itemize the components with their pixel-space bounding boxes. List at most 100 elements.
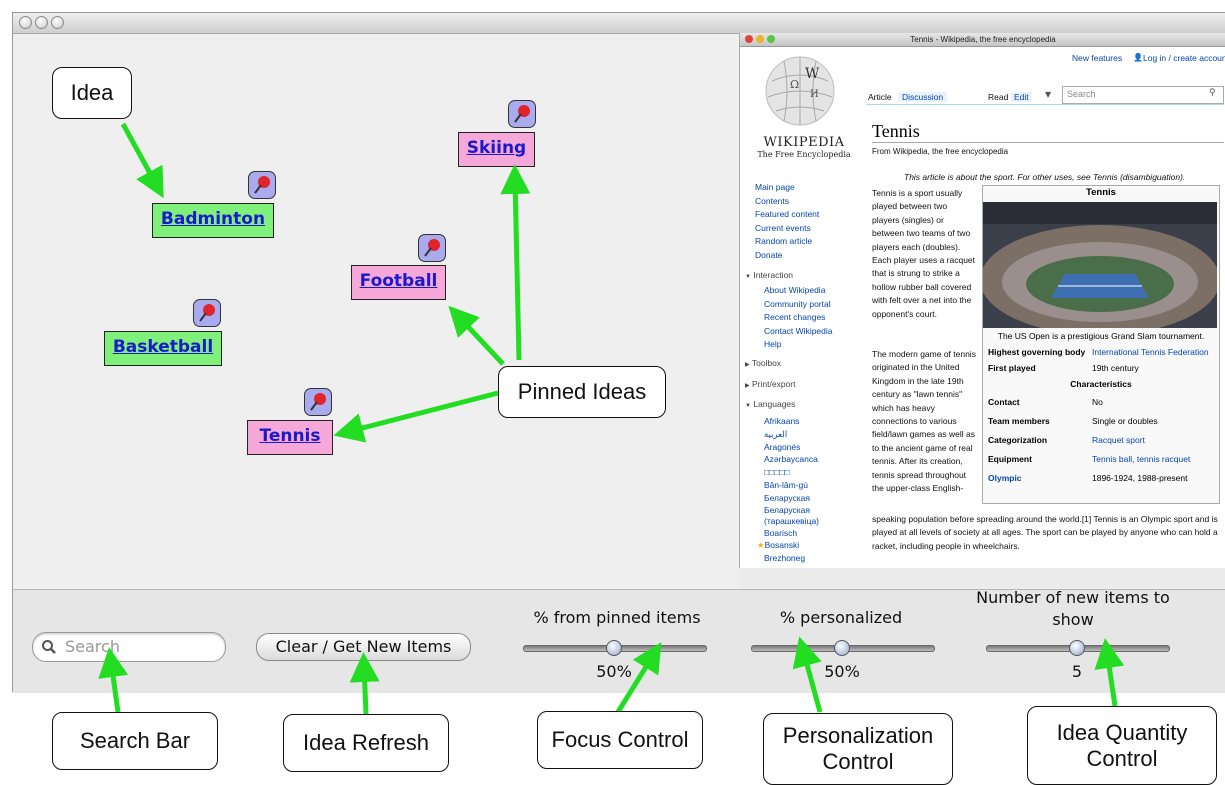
language-link: ★Bosanski	[757, 540, 800, 551]
tab-article[interactable]: Article	[868, 92, 892, 102]
infobox-key: Team members	[988, 416, 1050, 426]
language-link[interactable]: Azərbaycanca	[764, 453, 860, 466]
infobox: Tennis The US Open is a prestigious Gran…	[982, 185, 1220, 504]
toolbox-toggle[interactable]: ▶ Toolbox	[745, 354, 860, 375]
article-paragraph-3: speaking population before spreading aro…	[872, 514, 1218, 551]
nav-interaction: ▼ Interaction About Wikipedia Community …	[745, 269, 860, 565]
tab-read[interactable]: Read	[988, 92, 1008, 102]
callout-search-bar: Search Bar	[52, 712, 218, 770]
nav-link[interactable]: Community portal	[764, 298, 860, 312]
pinned-slider-knob[interactable]	[606, 640, 622, 656]
search-icon	[42, 640, 56, 654]
tab-discussion[interactable]: Discussion	[898, 92, 948, 102]
login-link[interactable]: Log in / create account	[1143, 53, 1225, 63]
nav-link[interactable]: Contact Wikipedia	[764, 325, 860, 339]
nav-link[interactable]: Recent changes	[764, 311, 860, 325]
infobox-key: Equipment	[988, 454, 1032, 464]
article-paragraph-1: Tennis is a sport usually played between…	[872, 188, 976, 319]
infobox-key: Contact	[988, 397, 1020, 407]
pushpin-icon[interactable]	[193, 299, 221, 327]
infobox-key-link[interactable]: Olympic	[988, 472, 1092, 484]
personalized-slider-knob[interactable]	[834, 640, 850, 656]
tennis-stadium-photo[interactable]	[983, 202, 1217, 328]
callout-idea-quantity-control: Idea Quantity Control	[1027, 706, 1217, 785]
hatnote: This article is about the sport. For oth…	[904, 172, 1186, 182]
wiki-search-placeholder: Search	[1067, 89, 1096, 99]
refresh-button-label: Clear / Get New Items	[275, 637, 452, 656]
minimize-window-button[interactable]	[35, 16, 48, 29]
close-window-button[interactable]	[19, 16, 32, 29]
title-bar	[13, 13, 1225, 34]
callout-idea: Idea	[52, 67, 132, 119]
tab-edit[interactable]: Edit	[1011, 92, 1032, 102]
nav-section-heading: ▼ Interaction	[745, 270, 794, 280]
nav-link[interactable]: Contents	[755, 195, 861, 209]
svg-text:Ω: Ω	[790, 78, 799, 91]
svg-text:W: W	[805, 66, 820, 82]
quantity-slider-knob[interactable]	[1069, 640, 1085, 656]
browser-minimize-button[interactable]	[756, 35, 764, 43]
svg-text:И: И	[810, 89, 819, 100]
idea-tennis[interactable]: Tennis	[247, 420, 333, 455]
collapsed-arrow-icon: ▶	[745, 382, 750, 389]
zoom-window-button[interactable]	[51, 16, 64, 29]
nav-main: Main page Contents Featured content Curr…	[755, 181, 861, 263]
language-link[interactable]: Boarisch	[764, 527, 860, 540]
more-dropdown-icon[interactable]: ▼	[1045, 90, 1051, 99]
infobox-value-link[interactable]: Racquet sport	[1092, 434, 1214, 446]
nav-link[interactable]: Random article	[755, 235, 861, 249]
language-link[interactable]: Bân-lâm-gú	[764, 479, 860, 492]
wikipedia-tagline: The Free Encyclopedia	[757, 150, 851, 159]
language-link[interactable]: Afrikaans	[764, 415, 860, 428]
from-line: From Wikipedia, the free encyclopedia	[872, 147, 1009, 156]
language-link[interactable]: Беларуская (тарашкевіца)	[764, 505, 844, 527]
pushpin-icon[interactable]	[248, 171, 276, 199]
language-link[interactable]: Brezhoneg	[764, 552, 860, 565]
nav-link[interactable]: Featured content	[755, 208, 861, 222]
infobox-title: Tennis	[1086, 187, 1116, 198]
nav-link[interactable]: Help	[764, 338, 860, 352]
article-title: Tennis	[872, 121, 920, 141]
personalized-slider-value: 50%	[824, 662, 860, 681]
nav-link[interactable]: Main page	[755, 181, 861, 195]
idea-skiing[interactable]: Skiing	[458, 132, 535, 167]
callout-personalization-control: Personalization Control	[763, 713, 953, 785]
pushpin-icon[interactable]	[304, 388, 332, 416]
language-link[interactable]: □□□□□	[764, 466, 860, 479]
print-export-toggle[interactable]: ▶ Print/export	[745, 375, 860, 396]
expand-arrow-icon: ▼	[745, 274, 751, 280]
magnifier-icon[interactable]: ⚲	[1209, 88, 1216, 98]
title-rule	[872, 142, 1224, 143]
pushpin-icon[interactable]	[508, 100, 536, 128]
new-features-link[interactable]: New features	[1072, 53, 1122, 63]
nav-link[interactable]: Current events	[755, 222, 861, 236]
nav-link[interactable]: Donate	[755, 249, 861, 263]
idea-basketball[interactable]: Basketball	[104, 331, 222, 366]
quantity-slider-label: Number of new items to show	[976, 588, 1170, 629]
clear-get-new-items-button[interactable]: Clear / Get New Items	[256, 633, 471, 661]
pinned-slider-value: 50%	[596, 662, 632, 681]
idea-football[interactable]: Football	[351, 265, 446, 300]
browser-zoom-button[interactable]	[767, 35, 775, 43]
infobox-value-link[interactable]: Tennis ball, tennis racquet	[1092, 453, 1214, 465]
nav-link[interactable]: About Wikipedia	[764, 284, 860, 298]
browser-close-button[interactable]	[745, 35, 753, 43]
wikipedia-globe-logo: Ω W И	[765, 56, 835, 126]
idea-badminton[interactable]: Badminton	[152, 203, 274, 238]
infobox-caption: The US Open is a prestigious Grand Slam …	[997, 331, 1205, 341]
infobox-value: 19th century	[1092, 363, 1139, 373]
infobox-value-link[interactable]: International Tennis Federation	[1092, 346, 1214, 358]
tab-divider	[866, 104, 1224, 105]
wiki-search-input[interactable]: Search ⚲	[1062, 86, 1224, 104]
nav-section-heading: ▼ Languages	[745, 398, 796, 409]
browser-title: Tennis - Wikipedia, the free encyclopedi…	[910, 35, 1056, 44]
language-link[interactable]: العربية	[764, 428, 860, 441]
infobox-key: First played	[988, 363, 1036, 373]
search-input[interactable]: Search	[32, 632, 226, 662]
pinned-slider-label: % from pinned items	[533, 608, 701, 627]
wikipedia-wordmark: WIKIPEDIA	[763, 135, 845, 150]
language-link[interactable]: Беларуская	[764, 492, 860, 505]
language-link[interactable]: Aragonés	[764, 441, 860, 454]
pushpin-icon[interactable]	[418, 234, 446, 262]
quantity-slider-value: 5	[1071, 662, 1083, 681]
